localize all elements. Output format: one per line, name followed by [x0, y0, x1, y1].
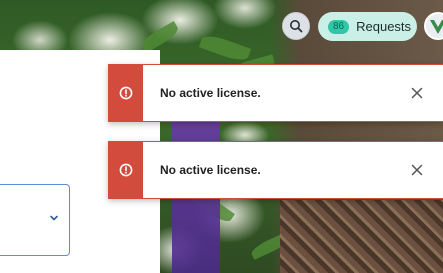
- search-icon: [290, 20, 303, 33]
- alert-circle-icon: [119, 86, 133, 100]
- toast-error: No active license.: [108, 64, 443, 122]
- toast-icon-strip: [109, 65, 143, 121]
- toast-error: No active license.: [108, 141, 443, 199]
- avatar-icon: [430, 20, 443, 34]
- mulch-ground: [280, 200, 443, 273]
- alert-circle-icon: [119, 163, 133, 177]
- toast-close-button[interactable]: [409, 162, 425, 178]
- toast-icon-strip: [109, 142, 143, 198]
- requests-label: Requests: [356, 19, 412, 34]
- toast-message: No active license.: [160, 86, 261, 100]
- search-button[interactable]: [282, 12, 310, 40]
- chevron-down-icon: [50, 215, 58, 221]
- close-icon: [411, 164, 423, 176]
- toast-close-button[interactable]: [409, 85, 425, 101]
- requests-button[interactable]: 86 Requests: [318, 12, 417, 41]
- requests-count-badge: 86: [328, 19, 350, 34]
- toast-message: No active license.: [160, 163, 261, 177]
- close-icon: [411, 87, 423, 99]
- dropdown-select[interactable]: [0, 184, 70, 256]
